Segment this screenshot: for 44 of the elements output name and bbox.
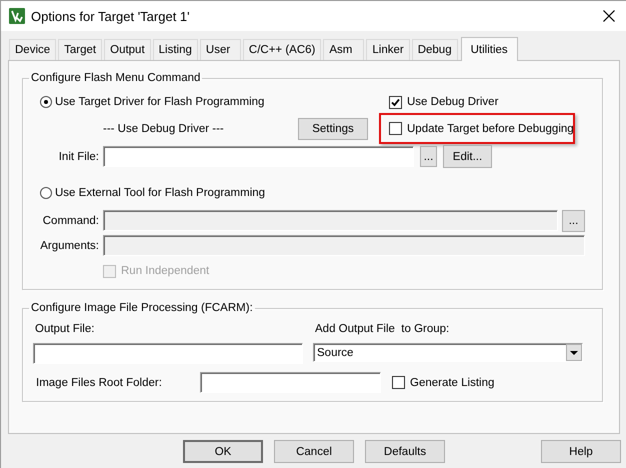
checkbox-label: Use Debug Driver [407, 96, 498, 108]
checkbox-label: Run Independent [121, 265, 210, 277]
field-label: Add Output File to Group: [315, 323, 450, 335]
field-label: Output File: [35, 323, 96, 335]
browse-button[interactable]: ... [420, 146, 437, 167]
settings-button[interactable]: Settings [298, 118, 368, 140]
tab[interactable]: Debug [412, 39, 458, 60]
tab[interactable]: Device [9, 39, 56, 60]
text-field[interactable] [103, 146, 414, 167]
dialog-button[interactable]: Cancel [274, 440, 354, 463]
field-label: Arguments: [39, 240, 99, 252]
tab[interactable]: Linker [366, 39, 410, 60]
field-label: Image Files Root Folder: [36, 376, 163, 388]
dialog-button[interactable]: OK [183, 440, 263, 463]
text-field[interactable] [200, 372, 381, 393]
text-field[interactable] [33, 343, 303, 364]
tab[interactable]: Output [104, 39, 151, 60]
tab[interactable]: Target [58, 39, 102, 60]
group-title: Configure Image File Processing (FCARM): [30, 301, 254, 315]
tab[interactable]: Listing [152, 39, 198, 60]
driver-caption: --- Use Debug Driver --- [103, 123, 225, 135]
radio-button[interactable] [40, 96, 52, 108]
edit-button[interactable]: Edit... [443, 145, 492, 168]
checkbox[interactable] [389, 96, 402, 108]
checkbox-label: Generate Listing [410, 376, 494, 388]
dropdown-field[interactable]: Source [313, 343, 583, 362]
close-icon[interactable] [603, 10, 615, 22]
tab[interactable]: Asm [323, 39, 364, 60]
checkbox-label: Update Target before Debugging [407, 122, 574, 134]
group-title: Configure Flash Menu Command [30, 71, 202, 85]
tab[interactable]: C/C++ (AC6) [242, 39, 322, 60]
app-icon [9, 8, 25, 24]
radio-label: Use Target Driver for Flash Programming [55, 96, 264, 108]
window-title: Options for Target 'Target 1' [31, 8, 191, 24]
checkbox[interactable] [389, 122, 402, 135]
field-label: Command: [42, 214, 99, 226]
dialog-button[interactable]: Defaults [365, 440, 445, 463]
tab[interactable]: Utilities [460, 37, 518, 61]
radio-label: Use External Tool for Flash Programming [55, 187, 266, 199]
help-button[interactable]: Help [541, 440, 621, 463]
field-label: Init File: [58, 150, 99, 162]
radio-button[interactable] [40, 187, 52, 199]
tab[interactable]: User [200, 39, 241, 60]
checkbox[interactable] [392, 376, 405, 389]
